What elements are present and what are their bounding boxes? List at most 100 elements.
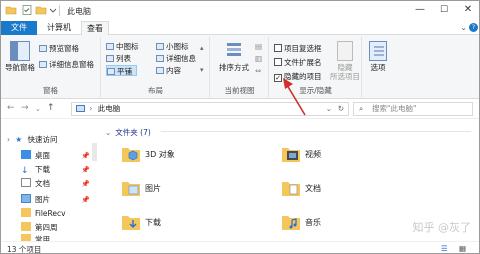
sidebar-item-pictures[interactable]: 图片 [21,193,50,207]
folder-icon [21,222,31,231]
layout-content[interactable]: 内容 [156,65,181,76]
folder-item-downloads[interactable]: 下载 [101,213,271,235]
pin-icon: 📌 [81,180,90,188]
maximize-button[interactable]: ☐ [431,1,457,21]
group-show-hide: 项目复选框 文件扩展名 ✓ 隐藏的项目 隐藏 所选项目 显示/隐藏 [270,37,362,97]
new-folder-icon[interactable] [35,4,47,16]
sort-by-button[interactable]: 排序方式 [215,41,253,72]
hide-selected-button[interactable]: 隐藏 所选项目 [328,41,362,81]
chevron-down-icon[interactable] [49,4,57,16]
layout-list[interactable]: 列表 [106,53,131,64]
close-button[interactable]: ✕ [455,1,479,21]
folder-item-3d-objects[interactable]: 3D 对象 [101,145,271,167]
chevron-down-icon: ⌄ [105,128,112,137]
group-header[interactable]: ⌄ 文件夹 (7) [105,127,151,138]
sort-label: 排序方式 [219,63,249,72]
ribbon-tabs: 文件 计算机 查看 ⌄ ? [1,21,479,36]
folder-item-music[interactable]: 音乐 [261,213,431,235]
group-by-button[interactable]: ▤ [255,41,262,52]
folder-item-pictures[interactable]: 图片 [101,179,271,201]
folder-item-label: 图片 [145,184,161,193]
explorer-window: 此电脑 — ☐ ✕ 文件 计算机 查看 ⌄ ? 导航窗格 预览窗格 详细信息窗格… [0,0,480,254]
document-icon [21,178,31,187]
sidebar-item-desktop[interactable]: 桌面 [21,149,50,163]
folder-item-label: 文档 [305,184,321,193]
details-pane-button[interactable]: 详细信息窗格 [39,59,94,70]
sidebar-item-label: FileRecv [35,209,66,218]
details-view-icon[interactable]: ☰ [441,244,448,253]
group-current-view: 排序方式 ▤ ▥ ⇔ 当前视图 [211,37,269,97]
layout-scroll-up[interactable]: ▴ [200,43,204,54]
hidden-items-toggle[interactable]: ✓ 隐藏的项目 [274,71,322,82]
breadcrumb-chevron-icon: › [89,104,93,113]
pin-icon: 📌 [81,196,90,204]
layout-tiles[interactable]: 平铺 [106,65,137,76]
sidebar-quick-access-label: 快速访问 [27,135,58,144]
minimize-button[interactable]: — [407,1,433,21]
documents-folder-icon [282,182,300,196]
breadcrumb-this-pc[interactable]: 此电脑 [98,104,121,113]
add-columns-button[interactable]: ▥ [255,53,262,64]
status-bar: 13 个项目 ☰ ▦ [1,241,479,254]
sidebar-item-quick-access[interactable]: › ★ 快速访问 [7,133,58,147]
collapse-ribbon-icon[interactable]: ⌄ [460,23,467,32]
file-ext-checkbox[interactable] [274,58,282,66]
folder-item-label: 音乐 [305,218,321,227]
tab-computer[interactable]: 计算机 [37,21,81,35]
desktop-icon [21,150,31,159]
pin-icon: 📌 [81,152,90,160]
size-columns-button[interactable]: ⇔ [255,65,261,76]
group-layout-label: 布局 [148,86,163,95]
folder-item-label: 视频 [305,150,321,159]
nav-pane-button[interactable]: 导航窗格 [3,41,37,72]
address-dropdown-icon[interactable]: ⌄ [326,103,332,115]
sidebar-item-common[interactable]: 常用 [21,233,50,241]
hidden-items-checkbox[interactable]: ✓ [274,74,282,82]
navigation-pane: › ★ 快速访问 桌面 📌 ↓ 下载 📌 文档 📌 图片 📌 FileRecv 第… [1,119,97,241]
hide-icon [337,41,353,61]
item-checkboxes-toggle[interactable]: 项目复选框 [274,43,322,54]
layout-details[interactable]: 详细信息 [156,53,196,64]
item-count: 13 个项目 [7,245,42,254]
forward-button[interactable]: → [21,103,29,113]
sidebar-item-label: 第四周 [35,223,58,232]
layout-scroll-down[interactable]: ▾ [200,65,204,76]
preview-pane-button[interactable]: 预览窗格 [39,43,79,54]
recent-locations-button[interactable]: ⌄ [35,105,41,113]
large-icons-view-icon[interactable]: ▦ [459,244,466,253]
group-pane-label: 窗格 [43,86,58,95]
properties-icon[interactable] [21,4,33,16]
up-button[interactable]: ↑ [47,103,55,113]
options-button[interactable]: 选项 [365,41,391,72]
folder-item-label: 下载 [145,218,161,227]
details-pane-label: 详细信息窗格 [49,60,94,69]
address-box[interactable]: › 此电脑 ⌄ ↻ [71,102,349,116]
sidebar-item-documents[interactable]: 文档 [21,177,50,191]
layout-list-label: 列表 [116,54,131,63]
layout-small-icons[interactable]: 小图标 [156,41,189,52]
layout-tiles-label: 平铺 [117,67,132,76]
pane-splitter[interactable] [92,143,97,161]
tab-file[interactable]: 文件 [1,21,37,35]
group-pane: 导航窗格 预览窗格 详细信息窗格 窗格 [1,37,101,97]
options-icon [369,41,387,61]
folder-item-videos[interactable]: 视频 [261,145,431,167]
layout-medium-icons[interactable]: 中图标 [106,41,139,52]
back-button[interactable]: ← [7,103,15,113]
search-input[interactable]: ⌕ 搜索"此电脑" [353,102,473,116]
sidebar-item-downloads[interactable]: ↓ 下载 [21,163,50,177]
content-icon [156,67,164,74]
folder-item-documents[interactable]: 文档 [261,179,431,201]
refresh-icon[interactable]: ↻ [338,103,344,115]
sidebar-item-filerecv[interactable]: FileRecv [21,207,66,221]
help-icon[interactable]: ? [469,23,478,32]
tab-view[interactable]: 查看 [81,21,109,36]
file-ext-toggle[interactable]: 文件扩展名 [274,57,322,68]
options-label: 选项 [370,63,386,72]
item-checkboxes-checkbox[interactable] [274,44,282,52]
layout-details-label: 详细信息 [166,54,196,63]
pictures-icon [21,194,31,203]
sidebar-item-label: 文档 [35,179,50,188]
layout-medium-label: 中图标 [116,42,139,51]
group-current-view-label: 当前视图 [224,86,255,95]
